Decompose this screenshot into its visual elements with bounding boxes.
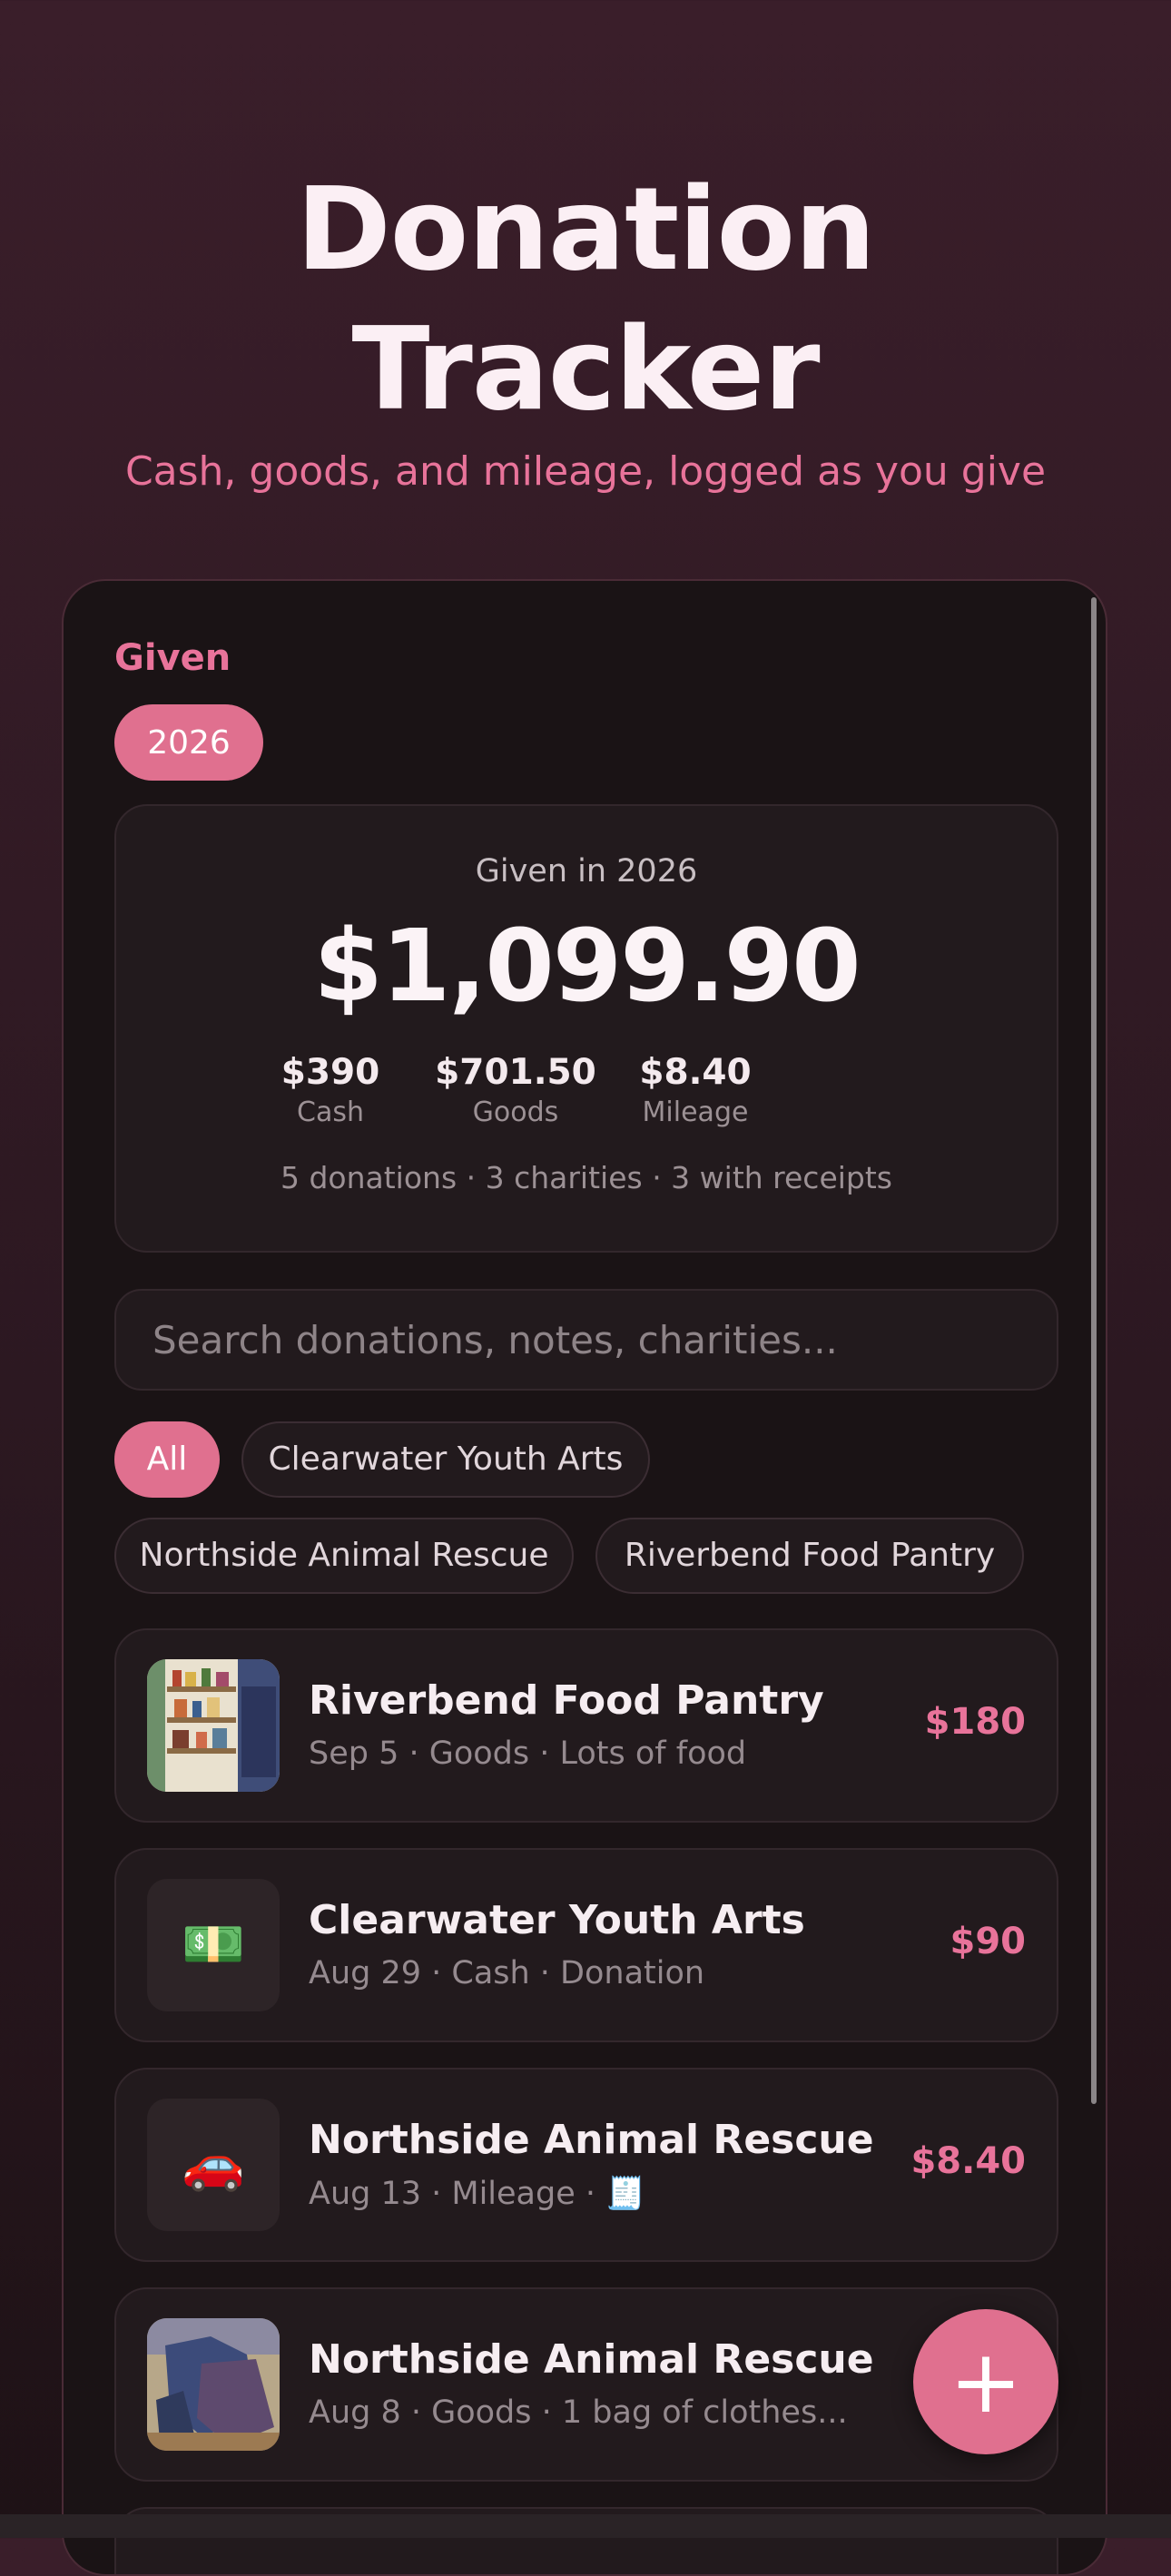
donation-row[interactable]: 🚗 Northside Animal Rescue Aug 13 · Milea…: [114, 2068, 1058, 2262]
donation-row[interactable]: 💵 Clearwater Youth Arts Aug 29 · Cash · …: [114, 1848, 1058, 2042]
filter-chip-clearwater-youth-arts[interactable]: Clearwater Youth Arts: [241, 1421, 650, 1498]
donation-details: Aug 13 · Mileage · 🧾: [309, 2176, 645, 2212]
stat-mileage: $8.40 Mileage: [620, 1051, 771, 1131]
filter-chip-all[interactable]: All: [114, 1421, 220, 1498]
donation-charity: Northside Animal Rescue: [309, 2117, 874, 2163]
car-icon: 🚗: [147, 2099, 280, 2231]
summary-meta: 5 donations · 3 charities · 3 with recei…: [280, 1160, 893, 1195]
page-title: Donation Tracker: [0, 160, 1171, 439]
stat-value: $701.50: [435, 1052, 596, 1093]
year-chip[interactable]: 2026: [114, 704, 263, 781]
donation-charity: Clearwater Youth Arts: [309, 1897, 805, 1943]
donation-row[interactable]: Riverbend Food Pantry Sep 5 · Goods · Lo…: [114, 1628, 1058, 1823]
pantry-photo: [147, 1659, 280, 1792]
stat-label: Cash: [297, 1096, 364, 1128]
summary-total: $1,099.90: [313, 908, 861, 1024]
stat-label: Mileage: [642, 1096, 749, 1128]
title-line-1: Donation: [296, 162, 876, 296]
summary-caption: Given in 2026: [475, 853, 698, 890]
clothes-photo-image: [147, 2318, 280, 2451]
stat-label: Goods: [472, 1096, 559, 1128]
donation-amount: $180: [924, 1701, 1026, 1743]
donation-charity: Riverbend Food Pantry: [309, 1677, 824, 1724]
stat-value: $8.40: [639, 1052, 752, 1093]
donation-details: Aug 29 · Cash · Donation: [309, 1955, 705, 1991]
given-section-label: Given: [114, 637, 231, 679]
cash-icon: 💵: [147, 1879, 280, 2011]
donation-charity: Northside Animal Rescue: [309, 2336, 874, 2383]
filter-chip-riverbend-food-pantry[interactable]: Riverbend Food Pantry: [595, 1518, 1024, 1594]
search-input[interactable]: [114, 1289, 1058, 1391]
clothes-photo: [147, 2318, 280, 2451]
add-donation-button[interactable]: +: [913, 2309, 1058, 2454]
stat-value: $390: [280, 1052, 380, 1093]
stat-goods: $701.50 Goods: [425, 1051, 606, 1131]
donation-amount: $8.40: [910, 2140, 1026, 2182]
page-subtitle: Cash, goods, and mileage, logged as you …: [124, 448, 1047, 495]
pantry-photo-image: [147, 1659, 280, 1792]
donation-details: Sep 5 · Goods · Lots of food: [309, 1735, 747, 1772]
donations-panel: Given 2026 Given in 2026 $1,099.90 $390 …: [62, 579, 1107, 2576]
donation-details: Aug 8 · Goods · 1 bag of clothes...: [309, 2394, 848, 2431]
donation-amount: $90: [950, 1921, 1027, 1962]
scrollbar[interactable]: [1091, 597, 1097, 2104]
summary-card: Given in 2026 $1,099.90 $390 Cash $701.5…: [114, 804, 1058, 1253]
title-line-2: Tracker: [351, 302, 821, 436]
stat-cash: $390 Cash: [267, 1051, 394, 1131]
filter-chip-northside-animal-rescue[interactable]: Northside Animal Rescue: [114, 1518, 574, 1594]
bottom-bar: [0, 2514, 1171, 2538]
